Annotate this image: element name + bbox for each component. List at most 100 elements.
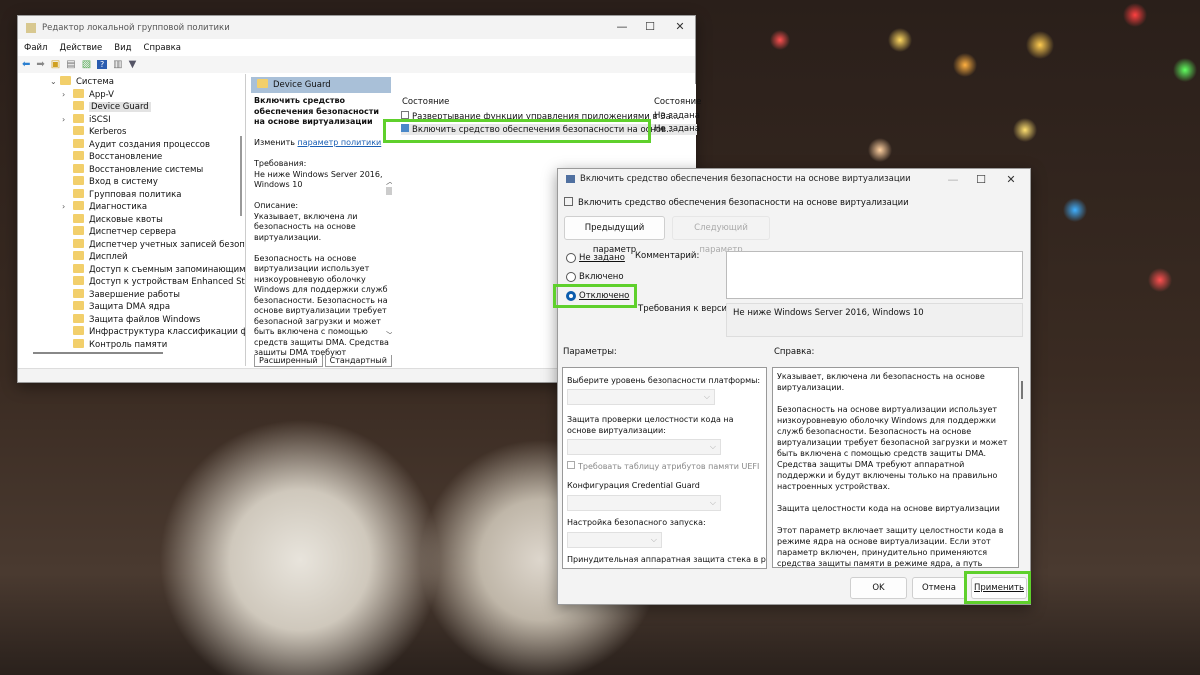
tree-item-label: Дисковые квоты <box>89 214 163 225</box>
secure-launch-select[interactable]: ⌵ <box>567 532 662 548</box>
tree-item[interactable]: Завершение работы <box>18 288 245 302</box>
menu-view[interactable]: Вид <box>114 43 131 53</box>
window-title: Редактор локальной групповой политики <box>42 22 230 33</box>
folder-icon <box>73 226 84 235</box>
tree-item[interactable]: Защита файлов Windows <box>18 313 245 327</box>
radio-enabled[interactable]: Включено <box>566 272 624 282</box>
tree-item-label: Доступ к съемным запоминающим устройства… <box>89 264 246 275</box>
tree-item-label: Device Guard <box>89 102 151 112</box>
folder-icon <box>73 188 84 198</box>
chevron-right-icon[interactable]: › <box>62 89 65 102</box>
tree-pane: ⌄ Система › App-V Device Guard › iSCSI Kerberos… <box>18 74 246 366</box>
help-icon[interactable]: ? <box>97 60 108 69</box>
tree-item[interactable]: ⌄ Система <box>18 76 245 89</box>
hvci-label: Защита проверки целостности кода на осно… <box>567 415 734 435</box>
tree-item-selected[interactable]: Device Guard <box>18 101 245 114</box>
tree-item-label: Kerberos <box>89 127 127 137</box>
requirements-label: Требования: <box>254 159 307 168</box>
minimize-button[interactable]: — <box>607 16 637 38</box>
tree-item[interactable]: Защита DMA ядра <box>18 301 245 314</box>
help-scrollbar[interactable] <box>1021 381 1023 399</box>
chevron-right-icon[interactable]: › <box>62 201 65 214</box>
platform-select[interactable]: ⌵ <box>567 389 715 405</box>
highlight-disabled-radio <box>553 284 637 308</box>
tree-item[interactable]: Контроль памяти <box>18 338 245 352</box>
chevron-right-icon[interactable]: › <box>62 114 65 127</box>
radio-button[interactable] <box>566 253 576 263</box>
filter-icon[interactable]: ▼ <box>129 59 137 70</box>
forward-icon[interactable]: ➡ <box>36 59 44 70</box>
comment-label: Комментарий: <box>635 251 700 261</box>
chevron-down-icon[interactable]: ⌄ <box>50 76 57 89</box>
credential-guard-select[interactable]: ⌵ <box>567 495 721 511</box>
tree-item[interactable]: Восстановление <box>18 151 245 164</box>
show-tree-icon[interactable]: ▤ <box>66 59 75 70</box>
folder-icon <box>73 138 84 148</box>
tree-scrollbar[interactable] <box>240 136 242 216</box>
tree-item[interactable]: › Диагностика <box>18 201 245 214</box>
folder-icon <box>73 213 84 223</box>
folder-icon <box>73 251 84 260</box>
tree-item[interactable]: Доступ к устройствам Enhanced Storage <box>18 276 245 289</box>
cancel-button[interactable]: Отмена <box>912 577 966 599</box>
menu-action[interactable]: Действие <box>59 43 102 53</box>
menu-bar: Файл Действие Вид Справка <box>18 39 695 56</box>
tree-item-label: Групповая политика <box>89 189 182 200</box>
maximize-button[interactable]: ☐ <box>966 169 996 191</box>
radio-not-configured[interactable]: Не задано <box>566 253 625 263</box>
tree-item[interactable]: Вход в систему <box>18 176 245 189</box>
close-button[interactable]: ✕ <box>996 169 1026 191</box>
edit-label: Изменить <box>254 138 295 147</box>
folder-icon <box>73 176 84 185</box>
tree-item[interactable]: › iSCSI <box>18 113 245 127</box>
tree-item[interactable]: Дисковые квоты <box>18 213 245 227</box>
stack-protection-label: Принудительная аппаратная защита стека в… <box>567 555 766 564</box>
uefi-checkbox[interactable]: Требовать таблицу атрибутов памяти UEFI <box>567 461 759 471</box>
comment-textarea[interactable] <box>726 251 1023 299</box>
menu-file[interactable]: Файл <box>24 43 47 53</box>
help-label: Справка: <box>774 347 815 357</box>
tree-item-label: Дисплей <box>89 252 128 262</box>
properties-icon[interactable]: ▥ <box>113 59 122 70</box>
tree-item[interactable]: Групповая политика <box>18 188 245 202</box>
tree-item[interactable]: › App-V <box>18 88 245 102</box>
tree-item[interactable]: Доступ к съемным запоминающим устройства… <box>18 263 246 277</box>
tree-item[interactable]: Дисплей <box>18 251 245 264</box>
tree-item[interactable]: Диспетчер учетных записей безопасности <box>18 238 245 252</box>
close-button[interactable]: ✕ <box>665 16 695 38</box>
back-icon[interactable]: ⬅ <box>22 59 30 70</box>
menu-help[interactable]: Справка <box>144 43 181 53</box>
tree-item[interactable]: Инфраструктура классификации файлов <box>18 326 245 339</box>
folder-icon <box>257 79 268 88</box>
policy-title: Включить средство обеспечения безопаснос… <box>254 96 380 126</box>
list-header-name[interactable]: Состояние <box>402 97 449 107</box>
title-bar: Редактор локальной групповой политики — … <box>18 16 695 39</box>
edit-policy-link[interactable]: параметр политики <box>298 138 382 147</box>
minimize-button[interactable]: — <box>938 169 968 191</box>
tree-hscrollbar[interactable] <box>33 352 163 354</box>
folder-icon <box>73 151 84 160</box>
radio-button[interactable] <box>566 272 576 282</box>
tab-standard[interactable]: Стандартный <box>324 355 392 367</box>
settings-icon <box>564 197 573 206</box>
next-setting-button[interactable]: Следующий параметр <box>672 216 770 255</box>
tree-item[interactable]: Аудит создания процессов <box>18 138 245 152</box>
list-header-state[interactable]: Состояние <box>654 97 701 107</box>
tab-extended[interactable]: Расширенный <box>254 355 323 367</box>
tree-item[interactable]: Восстановление системы <box>18 163 245 177</box>
policy-state: Не задана <box>654 124 700 134</box>
up-folder-icon[interactable]: ▣ <box>51 59 60 70</box>
previous-setting-button[interactable]: Предыдущий параметр <box>564 216 665 255</box>
maximize-button[interactable]: ☐ <box>635 16 665 38</box>
tree-item-label: Аудит создания процессов <box>89 139 211 150</box>
secure-launch-label: Настройка безопасного запуска: <box>567 518 706 527</box>
export-icon[interactable]: ▧ <box>82 59 91 70</box>
hvci-select[interactable]: ⌵ <box>567 439 721 455</box>
tree-item-label: Вход в систему <box>89 177 158 187</box>
ok-button[interactable]: OK <box>850 577 907 599</box>
help-panel: Указывает, включена ли безопасность на о… <box>772 367 1019 568</box>
tree-item[interactable]: Kerberos <box>18 126 245 139</box>
dialog-subtitle: Включить средство обеспечения безопаснос… <box>564 197 909 208</box>
tree-item[interactable]: Диспетчер сервера <box>18 226 245 239</box>
folder-icon <box>73 201 84 210</box>
